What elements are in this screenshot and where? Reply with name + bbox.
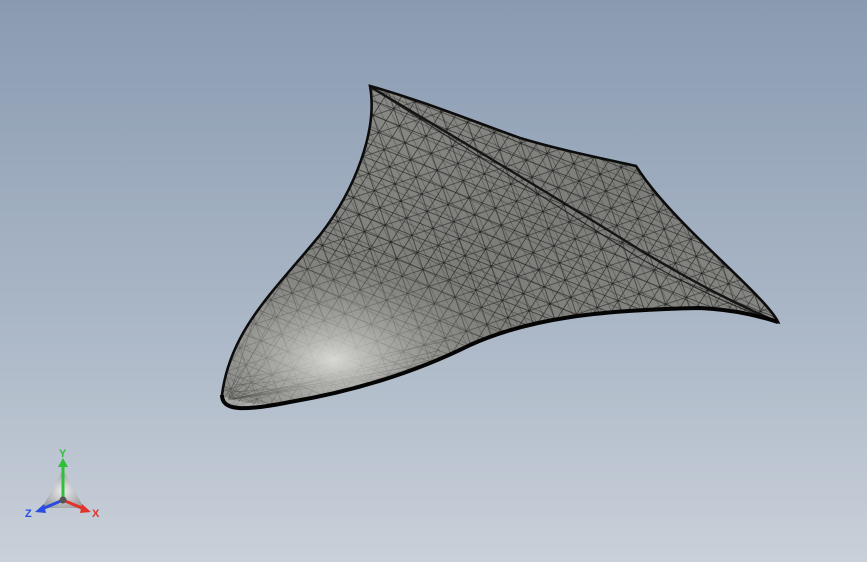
graphics-viewport[interactable]: Y X Z <box>0 0 867 562</box>
mesh-surface-model[interactable] <box>0 0 867 562</box>
reference-triad[interactable]: Y X Z <box>22 448 104 522</box>
surface-body[interactable] <box>200 70 800 430</box>
y-axis-label: Y <box>59 448 67 460</box>
z-axis-label: Z <box>25 508 32 520</box>
x-axis-label: X <box>92 508 100 520</box>
